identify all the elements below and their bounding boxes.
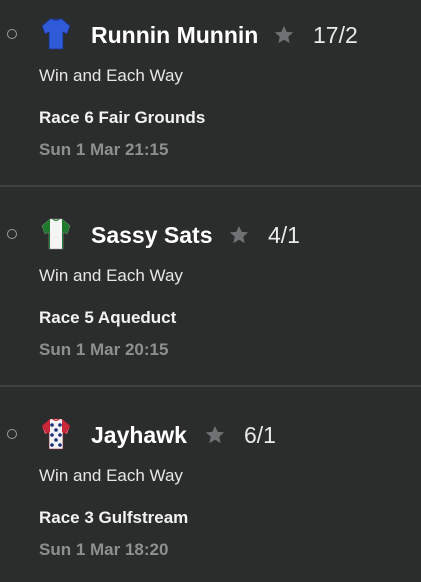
odds-price[interactable]: 17/2 <box>313 22 358 49</box>
favourite-star-icon[interactable] <box>273 24 295 46</box>
red-white-blue-stars-jockey-silk-icon <box>41 418 71 450</box>
horse-name: Jayhawk <box>91 422 187 448</box>
horse-name: Runnin Munnin <box>91 22 259 48</box>
radio-button[interactable] <box>7 229 17 239</box>
selection-item[interactable]: Jayhawk 6/1 Win and Each Way Race 3 Gulf… <box>0 387 421 582</box>
selection-list: Runnin Munnin 17/2 Win and Each Way Race… <box>0 0 421 582</box>
race-name: Race 5 Aqueduct <box>39 308 177 327</box>
favourite-star-icon[interactable] <box>228 224 250 246</box>
radio-button[interactable] <box>7 429 17 439</box>
odds-price[interactable]: 6/1 <box>244 422 276 449</box>
market-type: Win and Each Way <box>39 266 183 285</box>
race-name: Race 6 Fair Grounds <box>39 108 206 127</box>
race-time: Sun 1 Mar 20:15 <box>39 340 169 359</box>
market-type: Win and Each Way <box>39 66 183 85</box>
odds-price[interactable]: 4/1 <box>268 222 300 249</box>
selection-item[interactable]: Runnin Munnin 17/2 Win and Each Way Race… <box>0 0 421 187</box>
race-name: Race 3 Gulfstream <box>39 508 189 527</box>
race-time: Sun 1 Mar 18:20 <box>39 540 169 559</box>
radio-button[interactable] <box>7 29 17 39</box>
favourite-star-icon[interactable] <box>204 424 226 446</box>
horse-name: Sassy Sats <box>91 222 213 248</box>
race-time: Sun 1 Mar 21:15 <box>39 140 169 159</box>
market-type: Win and Each Way <box>39 466 183 485</box>
selection-item[interactable]: Sassy Sats 4/1 Win and Each Way Race 5 A… <box>0 187 421 387</box>
green-white-jockey-silk-icon <box>41 218 71 250</box>
blue-jockey-silk-icon <box>41 18 71 50</box>
